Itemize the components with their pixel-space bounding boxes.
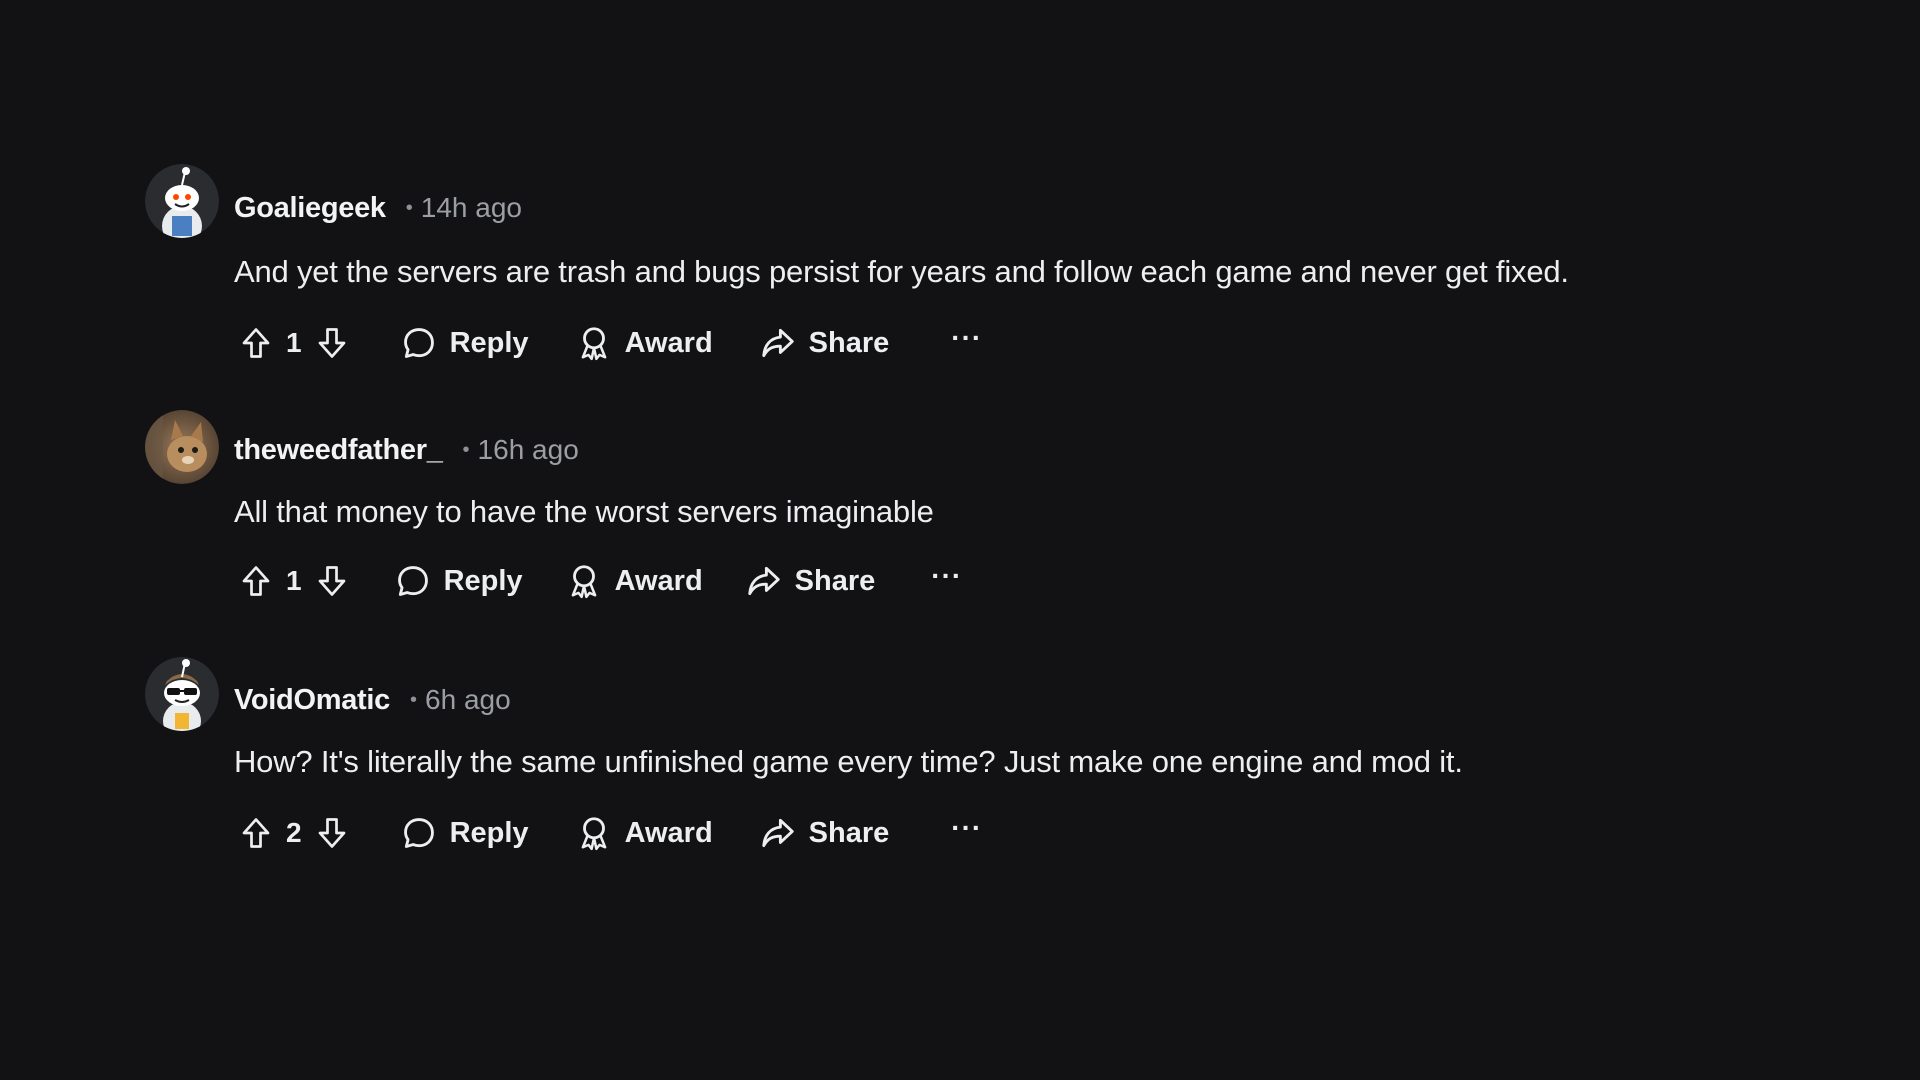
share-button[interactable]: Share	[759, 324, 890, 362]
comment-meta: theweedfather_ • 16h ago	[234, 428, 579, 472]
share-label: Share	[808, 816, 890, 849]
share-icon	[747, 566, 780, 596]
reply-label: Reply	[449, 816, 529, 849]
separator-dot: •	[405, 196, 413, 219]
comment-text: All that money to have the worst servers…	[234, 494, 934, 529]
reply-button[interactable]: Reply	[400, 814, 529, 852]
comment-meta: VoidOmatic • 6h ago	[234, 678, 511, 722]
more-options-icon[interactable]: ···	[951, 814, 982, 852]
upvote-icon	[242, 328, 270, 358]
comment-actions: 2 Reply Award Share ···	[234, 808, 982, 858]
upvote-icon	[242, 818, 270, 848]
reply-label: Reply	[449, 326, 529, 359]
comment-bubble-icon	[403, 818, 434, 848]
cat-photo-avatar-icon[interactable]	[145, 410, 219, 484]
snoo-sunglasses-avatar-icon[interactable]	[145, 657, 219, 731]
downvote-icon	[318, 818, 345, 848]
comment-text: How? It's literally the same unfinished …	[234, 744, 1463, 779]
upvote-button[interactable]	[234, 559, 278, 603]
downvote-button[interactable]	[310, 811, 354, 855]
separator-dot: •	[410, 688, 418, 711]
share-label: Share	[794, 564, 876, 597]
more-options-icon[interactable]: ···	[951, 324, 982, 362]
comment-bubble-icon	[397, 566, 428, 596]
share-button[interactable]: Share	[745, 562, 876, 600]
comment-actions: 1 Reply Award Share ···	[234, 318, 982, 368]
award-icon	[581, 327, 606, 361]
award-label: Award	[624, 816, 713, 849]
award-icon	[571, 565, 596, 599]
downvote-button[interactable]	[310, 559, 354, 603]
share-button[interactable]: Share	[759, 814, 890, 852]
upvote-button[interactable]	[234, 321, 278, 365]
comment-actions: 1 Reply Award Share ···	[234, 556, 962, 606]
more-options-icon[interactable]: ···	[931, 562, 962, 600]
timestamp[interactable]: 16h ago	[478, 434, 579, 466]
comment-text: And yet the servers are trash and bugs p…	[234, 254, 1569, 289]
comment-meta: Goaliegeek • 14h ago	[234, 186, 522, 230]
snoo-avatar-icon[interactable]	[145, 164, 219, 238]
award-button[interactable]: Award	[575, 814, 713, 852]
timestamp[interactable]: 14h ago	[421, 192, 522, 224]
timestamp[interactable]: 6h ago	[425, 684, 511, 716]
share-icon	[761, 328, 794, 358]
award-label: Award	[624, 326, 713, 359]
comment-bubble-icon	[403, 328, 434, 358]
downvote-icon	[318, 566, 345, 596]
upvote-icon	[242, 566, 270, 596]
award-button[interactable]: Award	[575, 324, 713, 362]
share-icon	[761, 818, 794, 848]
award-button[interactable]: Award	[565, 562, 703, 600]
award-label: Award	[614, 564, 703, 597]
username[interactable]: theweedfather_	[234, 434, 443, 467]
username[interactable]: Goaliegeek	[234, 192, 386, 225]
reply-button[interactable]: Reply	[400, 324, 529, 362]
downvote-button[interactable]	[310, 321, 354, 365]
reply-button[interactable]: Reply	[394, 562, 523, 600]
separator-dot: •	[462, 438, 470, 461]
downvote-icon	[318, 328, 345, 358]
award-icon	[581, 817, 606, 851]
vote-score: 1	[286, 565, 302, 596]
share-label: Share	[808, 326, 890, 359]
vote-score: 2	[286, 817, 302, 848]
username[interactable]: VoidOmatic	[234, 684, 390, 717]
reply-label: Reply	[443, 564, 523, 597]
vote-score: 1	[286, 327, 302, 358]
upvote-button[interactable]	[234, 811, 278, 855]
